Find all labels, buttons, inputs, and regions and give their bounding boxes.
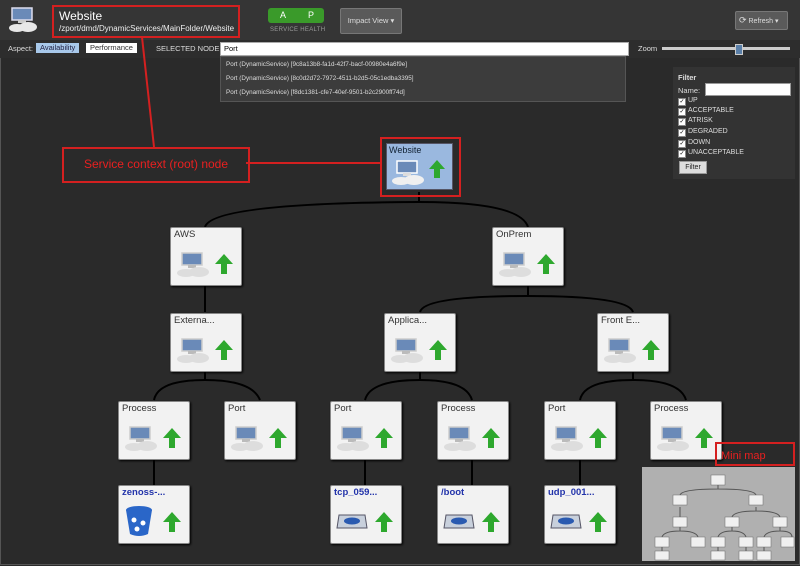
- status-up-arrow-icon: [215, 254, 233, 274]
- node-port[interactable]: Port: [330, 401, 402, 460]
- status-up-arrow-icon: [482, 512, 500, 532]
- service-icon: [657, 426, 689, 451]
- node-label: Port: [228, 403, 246, 414]
- service-icon: [551, 426, 583, 451]
- service-icon: [444, 426, 476, 451]
- node-label: udp_001...: [548, 487, 595, 498]
- node-front-end[interactable]: Front E...: [597, 313, 669, 372]
- node-label: Port: [334, 403, 352, 414]
- node-label: tcp_059...: [334, 487, 378, 498]
- node-process[interactable]: Process: [650, 401, 722, 460]
- node-label: Applica...: [388, 315, 428, 326]
- status-up-arrow-icon: [429, 160, 445, 178]
- node-external[interactable]: Externa...: [170, 313, 242, 372]
- service-icon: [391, 338, 423, 363]
- status-up-arrow-icon: [375, 512, 393, 532]
- node-label: Externa...: [174, 315, 215, 326]
- status-up-arrow-icon: [429, 340, 447, 360]
- node-onprem[interactable]: OnPrem: [492, 227, 564, 286]
- bucket-icon: [126, 506, 152, 536]
- node-label: OnPrem: [496, 229, 532, 240]
- service-icon: [604, 338, 636, 363]
- status-up-arrow-icon: [482, 428, 500, 448]
- status-up-arrow-icon: [537, 254, 555, 274]
- status-up-arrow-icon: [215, 340, 233, 360]
- node-port[interactable]: Port: [224, 401, 296, 460]
- node-process[interactable]: Process: [118, 401, 190, 460]
- root-node-callout: Service context (root) node: [62, 147, 250, 183]
- status-up-arrow-icon: [589, 428, 607, 448]
- status-up-arrow-icon: [269, 428, 287, 448]
- node-udp[interactable]: udp_001...: [544, 485, 616, 544]
- node-process[interactable]: Process: [437, 401, 509, 460]
- node-label: Website: [389, 145, 422, 155]
- node-label: /boot: [441, 487, 465, 498]
- service-icon: [177, 252, 209, 277]
- node-label: Front E...: [601, 315, 641, 326]
- status-up-arrow-icon: [163, 428, 181, 448]
- status-up-arrow-icon: [375, 428, 393, 448]
- minimap-callout: Mini map: [715, 442, 795, 466]
- service-icon: [392, 160, 424, 185]
- node-boot[interactable]: /boot: [437, 485, 509, 544]
- service-icon: [177, 338, 209, 363]
- service-icon: [499, 252, 531, 277]
- node-application[interactable]: Applica...: [384, 313, 456, 372]
- minimap[interactable]: [642, 467, 795, 561]
- node-tcp[interactable]: tcp_059...: [330, 485, 402, 544]
- node-label: Process: [654, 403, 689, 414]
- node-label: Port: [548, 403, 566, 414]
- node-label: AWS: [174, 229, 196, 240]
- disk-drive-icon: [336, 514, 368, 529]
- status-up-arrow-icon: [589, 512, 607, 532]
- root-node-website[interactable]: Website: [386, 143, 453, 190]
- minimap-graph: [654, 474, 795, 561]
- status-up-arrow-icon: [163, 512, 181, 532]
- node-aws[interactable]: AWS: [170, 227, 242, 286]
- node-label: Process: [122, 403, 157, 414]
- node-port[interactable]: Port: [544, 401, 616, 460]
- service-icon: [231, 426, 263, 451]
- status-up-arrow-icon: [695, 428, 713, 448]
- disk-drive-icon: [550, 514, 582, 529]
- disk-drive-icon: [443, 514, 475, 529]
- service-icon: [337, 426, 369, 451]
- status-up-arrow-icon: [642, 340, 660, 360]
- service-icon: [125, 426, 157, 451]
- node-label: zenoss-...: [122, 487, 166, 498]
- node-zenoss[interactable]: zenoss-...: [118, 485, 190, 544]
- node-label: Process: [441, 403, 476, 414]
